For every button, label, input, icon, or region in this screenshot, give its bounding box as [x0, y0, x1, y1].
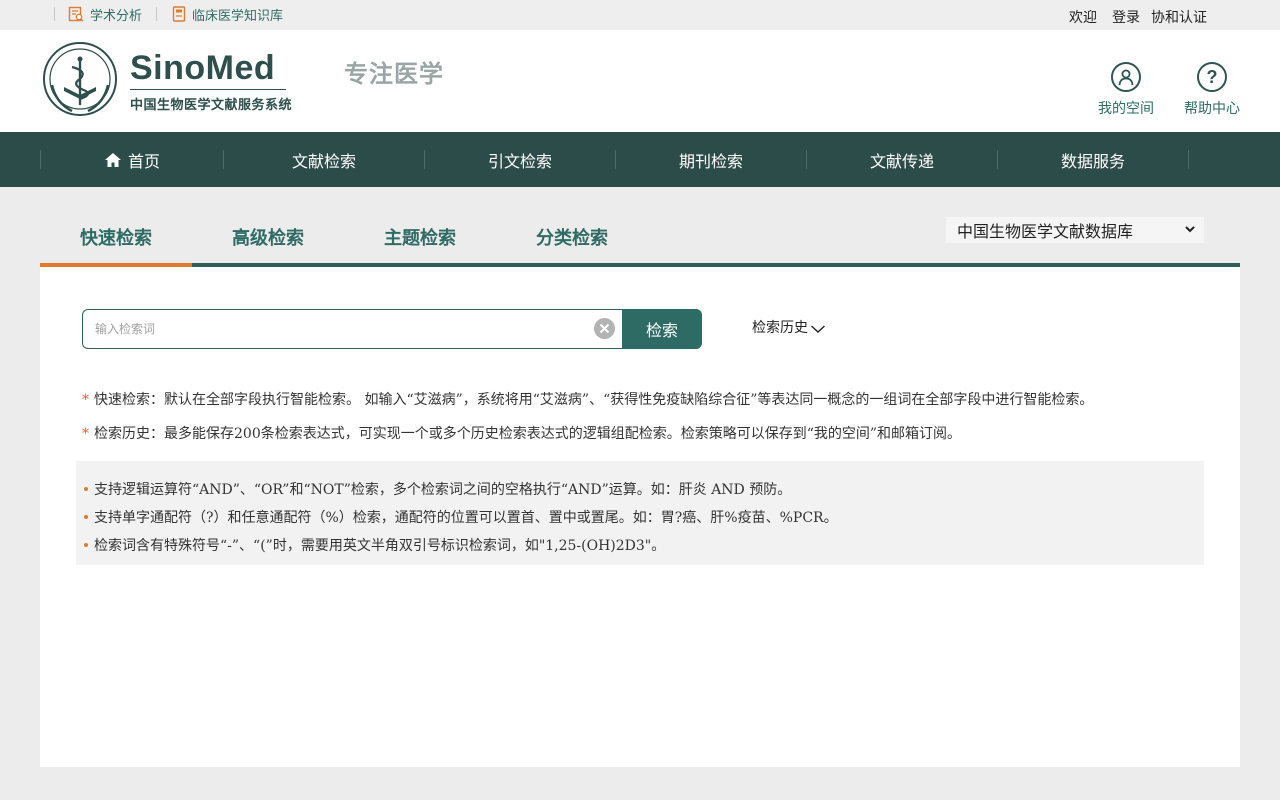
logo-title: SinoMed	[130, 49, 276, 87]
nav-item-home[interactable]: 首页	[41, 132, 223, 187]
site-header: SinoMed 中国生物医学文献服务系统 专注医学 我的空间 ? 帮助中心	[0, 30, 1280, 132]
note-text: 快速检索：默认在全部字段执行智能检索。 如输入“艾滋病”，系统将用“艾滋病”、“…	[94, 392, 1094, 408]
tab-quick-search[interactable]: 快速检索	[40, 210, 192, 264]
login-link[interactable]: 登录	[1112, 7, 1140, 27]
nav-item-label: 首页	[127, 151, 160, 171]
list-item: 检索词含有特殊符号“-”、“(”时，需要用英文半角双引号标识检索词，如"1,25…	[76, 531, 1204, 559]
tip-text: 检索词含有特殊符号“-”、“(”时，需要用英文半角双引号标识检索词，如"1,25…	[94, 538, 666, 554]
slogan: 专注医学	[344, 60, 444, 88]
nav-item-citation-search[interactable]: 引文检索	[425, 132, 615, 187]
user-icon	[1111, 62, 1141, 92]
chevron-down-icon	[811, 325, 825, 333]
search-tips-box: 支持逻辑运算符“AND”、“OR”和“NOT”检索，多个检索词之间的空格执行“A…	[76, 461, 1204, 565]
tab-label: 主题检索	[384, 228, 456, 249]
database-selected-value: 中国生物医学文献数据库	[957, 222, 1134, 241]
quick-search-note: * 快速检索：默认在全部字段执行智能检索。 如输入“艾滋病”，系统将用“艾滋病”、…	[82, 389, 1093, 409]
my-space-label: 我的空间	[1098, 101, 1154, 117]
main-nav: 首页 文献检索 引文检索 期刊检索 文献传递 数据服务	[0, 132, 1280, 187]
search-button[interactable]: 检索	[622, 309, 702, 349]
logo-wordmark[interactable]: SinoMed 中国生物医学文献服务系统	[130, 48, 292, 113]
nav-item-journal-search[interactable]: 期刊检索	[616, 132, 806, 187]
tab-classification-search[interactable]: 分类检索	[496, 210, 648, 264]
book-icon	[172, 6, 186, 22]
required-star: *	[82, 392, 89, 408]
bullet-icon	[84, 515, 88, 519]
logo-underline	[130, 89, 286, 90]
database-select[interactable]: 中国生物医学文献数据库	[946, 217, 1204, 243]
tab-advanced-search[interactable]: 高级检索	[192, 210, 344, 264]
nav-item-data-service[interactable]: 数据服务	[998, 132, 1188, 187]
tab-label: 分类检索	[536, 228, 608, 249]
clear-icon[interactable]	[594, 318, 615, 339]
content-panel: 检索 检索历史 * 快速检索：默认在全部字段执行智能检索。 如输入“艾滋病”，系统…	[40, 267, 1240, 767]
search-box	[82, 309, 623, 349]
bullet-icon	[84, 543, 88, 547]
nav-item-label: 数据服务	[1060, 151, 1125, 171]
required-star: *	[82, 426, 89, 442]
welcome-text: 欢迎	[1069, 10, 1097, 26]
search-history-toggle[interactable]: 检索历史	[752, 317, 826, 337]
my-space-button[interactable]: 我的空间	[1086, 62, 1166, 118]
search-history-label: 检索历史	[752, 320, 808, 336]
nav-item-document-delivery[interactable]: 文献传递	[807, 132, 997, 187]
nav-item-label: 文献传递	[869, 151, 934, 171]
clinical-knowledge-link[interactable]: 临床医学知识库	[172, 4, 283, 24]
home-icon	[104, 152, 121, 167]
note-text: 检索历史：最多能保存200条检索表达式，可实现一个或多个历史检索表达式的逻辑组配…	[94, 426, 962, 442]
question-icon: ?	[1197, 62, 1227, 92]
pumc-auth-link[interactable]: 协和认证	[1151, 7, 1207, 27]
tip-text: 支持单字通配符（?）和任意通配符（%）检索，通配符的位置可以置首、置中或置尾。如…	[94, 510, 838, 526]
logo-subtitle: 中国生物医学文献服务系统	[130, 98, 293, 113]
clinical-knowledge-label: 临床医学知识库	[192, 8, 284, 24]
chevron-down-icon	[1185, 226, 1195, 233]
search-input[interactable]	[95, 318, 585, 340]
nav-item-literature-search[interactable]: 文献检索	[224, 132, 424, 187]
help-center-button[interactable]: ? 帮助中心	[1172, 62, 1252, 118]
nav-item-label: 引文检索	[487, 151, 552, 171]
tab-label: 高级检索	[232, 228, 304, 249]
cams-emblem-logo	[43, 42, 117, 116]
nav-divider	[1188, 150, 1189, 169]
list-item: 支持逻辑运算符“AND”、“OR”和“NOT”检索，多个检索词之间的空格执行“A…	[76, 475, 1204, 503]
list-item: 支持单字通配符（?）和任意通配符（%）检索，通配符的位置可以置首、置中或置尾。如…	[76, 503, 1204, 531]
tab-label: 快速检索	[80, 228, 152, 249]
search-history-note: * 检索历史：最多能保存200条检索表达式，可实现一个或多个历史检索表达式的逻辑组…	[82, 423, 961, 443]
academic-analysis-link[interactable]: 学术分析	[68, 4, 142, 24]
tab-subject-search[interactable]: 主题检索	[344, 210, 496, 264]
divider	[156, 7, 157, 21]
divider	[54, 7, 55, 21]
user-links: 欢迎 登录 协和认证	[1069, 7, 1207, 27]
help-center-label: 帮助中心	[1184, 101, 1240, 117]
bullet-icon	[84, 487, 88, 491]
nav-item-label: 文献检索	[291, 151, 356, 171]
nav-item-label: 期刊检索	[678, 151, 743, 171]
report-icon	[68, 6, 84, 22]
tip-text: 支持逻辑运算符“AND”、“OR”和“NOT”检索，多个检索词之间的空格执行“A…	[94, 482, 792, 498]
top-utility-bar: 学术分析 临床医学知识库 欢迎 登录 协和认证	[0, 0, 1280, 30]
academic-analysis-label: 学术分析	[90, 8, 143, 24]
